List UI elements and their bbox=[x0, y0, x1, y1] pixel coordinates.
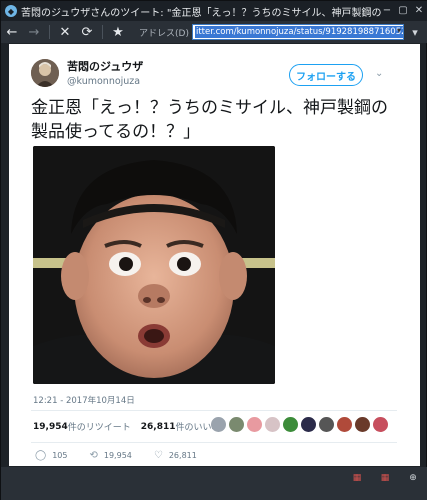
browser-window: ◆ 苦悶のジュウザさんのツイート: "金正恩「えっ！？うちのミサイル、神戸製鋼の… bbox=[0, 0, 427, 500]
title-bar: ◆ 苦悶のジュウザさんのツイート: "金正恩「えっ！？うちのミサイル、神戸製鋼の… bbox=[1, 1, 427, 21]
liker-avatar[interactable] bbox=[247, 417, 262, 432]
retweets-count[interactable]: 19,954 bbox=[33, 422, 68, 432]
retweet-action[interactable]: ⟲ 19,954 bbox=[89, 450, 131, 461]
close-window-button[interactable]: ✕ bbox=[412, 3, 426, 17]
stop-icon[interactable]: ✕ bbox=[54, 21, 76, 43]
address-label: アドレス(D) bbox=[139, 28, 189, 39]
follow-button[interactable]: フォローする bbox=[289, 64, 363, 86]
liker-avatar[interactable] bbox=[265, 417, 280, 432]
security-icon[interactable]: ▦ bbox=[352, 473, 362, 483]
liker-avatar[interactable] bbox=[373, 417, 388, 432]
go-dropdown-icon[interactable]: ▾ bbox=[404, 21, 426, 43]
liker-avatar[interactable] bbox=[229, 417, 244, 432]
liker-avatar[interactable] bbox=[283, 417, 298, 432]
divider bbox=[31, 410, 397, 411]
user-info: 苦悶のジュウザ @kumonnojuza bbox=[67, 58, 143, 87]
liker-avatar[interactable] bbox=[301, 417, 316, 432]
address-dropdown-icon[interactable]: ▾ bbox=[397, 26, 401, 35]
likes-count[interactable]: 26,811 bbox=[141, 422, 176, 432]
tweet-timestamp[interactable]: 12:21 - 2017年10月14日 bbox=[33, 394, 135, 406]
zoom-icon[interactable]: ⊕ bbox=[408, 473, 418, 483]
retweets-label[interactable]: 件のリツイート bbox=[68, 420, 131, 433]
reply-count: 105 bbox=[52, 451, 68, 460]
address-url[interactable]: itter.com/kumonnojuza/status/91928198871… bbox=[194, 26, 403, 38]
refresh-icon[interactable]: ⟳ bbox=[76, 21, 98, 43]
tweet-photo[interactable] bbox=[33, 146, 275, 384]
tweet-actions: ◯ 105 ⟲ 19,954 ♡ 26,811 bbox=[35, 450, 219, 461]
liker-avatar[interactable] bbox=[211, 417, 226, 432]
liker-avatar[interactable] bbox=[319, 417, 334, 432]
avatar-portrait-icon bbox=[31, 58, 59, 87]
back-arrow-icon[interactable]: ← bbox=[1, 21, 23, 43]
window-controls: − ▢ ✕ bbox=[380, 3, 426, 17]
page-content: 苦悶のジュウザ @kumonnojuza フォローする ⌄ 金正恩「えっ！？うち… bbox=[9, 44, 420, 466]
portrait-photo bbox=[33, 146, 275, 384]
chevron-down-icon[interactable]: ⌄ bbox=[375, 68, 383, 79]
tweet-stats: 19,954 件のリツイート 26,811 件のいいね bbox=[33, 420, 221, 434]
divider bbox=[31, 442, 397, 443]
retweet-icon[interactable]: ⟲ bbox=[89, 450, 97, 461]
toolbar-separator bbox=[49, 25, 50, 39]
display-name[interactable]: 苦悶のジュウザ bbox=[67, 58, 143, 74]
liker-avatars bbox=[211, 417, 388, 432]
like-count: 26,811 bbox=[168, 451, 197, 460]
navigation-toolbar: ← → ✕ ⟳ ★ アドレス(D) itter.com/kumonnojuza/… bbox=[1, 21, 427, 43]
toolbar-separator bbox=[102, 25, 103, 39]
tweet-text: 金正恩「えっ！？うちのミサイル、神戸製鋼の製品使ってるの！？」 bbox=[31, 98, 388, 142]
status-bar: ▦ ▦ ⊕ bbox=[1, 467, 427, 500]
popup-blocked-icon[interactable]: ▦ bbox=[380, 473, 390, 483]
user-handle[interactable]: @kumonnojuza bbox=[67, 76, 143, 87]
maximize-button[interactable]: ▢ bbox=[396, 3, 410, 17]
liker-avatar[interactable] bbox=[355, 417, 370, 432]
browser-app-icon: ◆ bbox=[5, 5, 17, 17]
retweet-count: 19,954 bbox=[103, 451, 132, 460]
window-title: 苦悶のジュウザさんのツイート: "金正恩「えっ！？うちのミサイル、神戸製鋼の bbox=[21, 7, 382, 19]
address-bar[interactable]: itter.com/kumonnojuza/status/91928198871… bbox=[191, 24, 404, 40]
status-icons: ▦ ▦ ⊕ bbox=[352, 473, 418, 483]
forward-arrow-icon[interactable]: → bbox=[23, 21, 45, 43]
heart-icon[interactable]: ♡ bbox=[154, 450, 163, 461]
minimize-button[interactable]: − bbox=[380, 3, 394, 17]
reply-action[interactable]: ◯ 105 bbox=[35, 450, 67, 461]
favorites-star-icon[interactable]: ★ bbox=[107, 21, 129, 43]
reply-icon[interactable]: ◯ bbox=[35, 450, 46, 461]
like-action[interactable]: ♡ 26,811 bbox=[154, 450, 197, 461]
avatar[interactable] bbox=[31, 58, 59, 87]
liker-avatar[interactable] bbox=[337, 417, 352, 432]
tweet-header: 苦悶のジュウザ @kumonnojuza bbox=[31, 58, 143, 87]
